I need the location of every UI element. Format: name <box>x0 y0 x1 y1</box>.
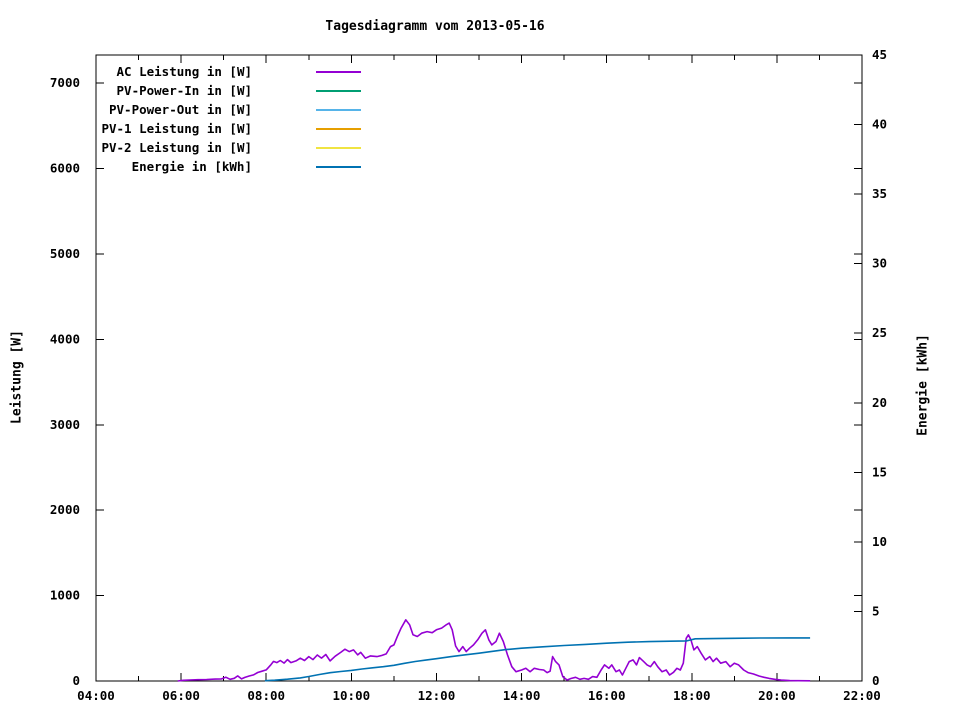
y-left-tick-label: 0 <box>72 673 80 688</box>
x-tick-label: 08:00 <box>247 688 285 703</box>
y-left-tick-label: 5000 <box>50 246 80 261</box>
x-tick-label: 06:00 <box>162 688 200 703</box>
legend-item-pv-power-in: PV-Power-In in [W] <box>60 81 361 100</box>
x-tick-label: 16:00 <box>588 688 626 703</box>
legend-label: Energie in [kWh] <box>131 159 252 174</box>
legend-label: PV-Power-Out in [W] <box>109 102 252 117</box>
legend-color-sample <box>316 127 361 130</box>
y-left-tick-label: 3000 <box>50 417 80 432</box>
legend-item-pv-1-leistung: PV-1 Leistung in [W] <box>60 119 361 138</box>
x-tick-label: 14:00 <box>503 688 541 703</box>
y-right-tick-label: 45 <box>872 47 887 62</box>
y-right-tick-label: 25 <box>872 325 887 340</box>
legend-color-sample <box>316 70 361 73</box>
y-right-tick-label: 35 <box>872 186 887 201</box>
y-right-tick-label: 20 <box>872 395 887 410</box>
y-right-tick-label: 15 <box>872 464 887 479</box>
y-right-tick-label: 40 <box>872 117 887 132</box>
legend: AC Leistung in [W] PV-Power-In in [W] PV-P… <box>60 62 361 176</box>
x-tick-label: 18:00 <box>673 688 711 703</box>
legend-color-sample <box>316 165 361 168</box>
chart-area: Tagesdiagramm vom 2013-05-16 Leistung [W… <box>0 0 960 720</box>
legend-item-pv-power-out: PV-Power-Out in [W] <box>60 100 361 119</box>
legend-item-ac-leistung: AC Leistung in [W] <box>60 62 361 81</box>
series-line-energie <box>264 637 811 682</box>
legend-item-pv-2-leistung: PV-2 Leistung in [W] <box>60 138 361 157</box>
x-tick-label: 12:00 <box>418 688 456 703</box>
x-tick-label: 04:00 <box>77 688 115 703</box>
x-tick-label: 10:00 <box>333 688 371 703</box>
legend-item-energie: Energie in [kWh] <box>60 157 361 176</box>
y-left-tick-label: 1000 <box>50 588 80 603</box>
y-right-tick-label: 30 <box>872 256 887 271</box>
legend-label: AC Leistung in [W] <box>116 64 252 79</box>
x-tick-label: 20:00 <box>758 688 796 703</box>
legend-color-sample <box>316 146 361 149</box>
legend-label: PV-Power-In in [W] <box>116 83 252 98</box>
legend-label: PV-2 Leistung in [W] <box>101 140 252 155</box>
y-right-tick-label: 0 <box>872 673 880 688</box>
y-right-tick-label: 5 <box>872 603 880 618</box>
x-tick-label: 22:00 <box>843 688 881 703</box>
y-right-tick-label: 10 <box>872 534 887 549</box>
legend-color-sample <box>316 108 361 111</box>
y-left-tick-label: 4000 <box>50 331 80 346</box>
legend-color-sample <box>316 89 361 92</box>
legend-label: PV-1 Leistung in [W] <box>101 121 252 136</box>
y-left-tick-label: 2000 <box>50 502 80 517</box>
